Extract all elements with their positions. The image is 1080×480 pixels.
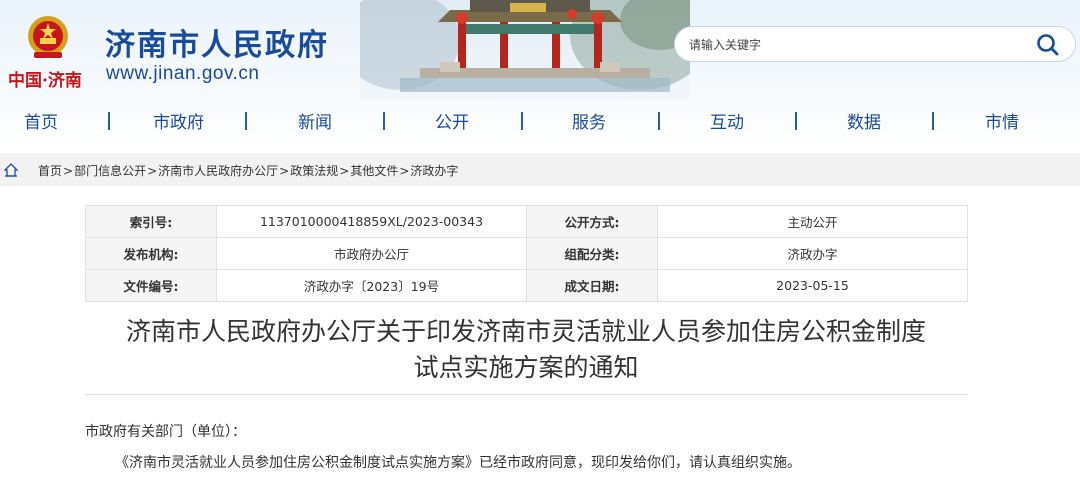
breadcrumb-policies[interactable]: 政策法规: [290, 164, 338, 178]
table-row: 文件编号: 济政办字〔2023〕19号 成文日期: 2023-05-15: [85, 269, 968, 302]
table-row: 索引号: 1137010000418859XL/2023-00343 公开方式:…: [85, 205, 968, 238]
nav-divider: [108, 112, 110, 130]
index-no-label: 索引号:: [85, 205, 217, 238]
date-label: 成文日期:: [526, 269, 658, 302]
banner-pavilion-image: [360, 0, 690, 100]
nav-item-open[interactable]: 公开: [435, 108, 469, 133]
nav-divider: [795, 112, 797, 130]
category-label: 组配分类:: [526, 237, 658, 270]
category-value: 济政办字: [657, 237, 968, 270]
table-row: 发布机构: 市政府办公厅 组配分类: 济政办字: [85, 237, 968, 270]
china-jinan-logo-text: 中国·济南: [8, 71, 82, 91]
document-addressee: 市政府有关部门（单位）：: [85, 424, 246, 440]
issuer-value: 市政府办公厅: [216, 237, 527, 270]
breadcrumb-dept-info[interactable]: 部门信息公开: [74, 164, 146, 178]
index-no-value: 1137010000418859XL/2023-00343: [216, 205, 527, 238]
breadcrumb: 首页>部门信息公开>济南市人民政府办公厅>政策法规>其他文件>济政办字: [0, 153, 1080, 186]
nav-divider: [932, 112, 934, 130]
breadcrumb-current[interactable]: 济政办字: [410, 164, 458, 178]
nav-divider: [383, 112, 385, 130]
search-input[interactable]: [687, 33, 1021, 57]
search-box: [674, 26, 1076, 62]
title-divider: [85, 394, 967, 395]
document-title: 济南市人民政府办公厅关于印发济南市灵活就业人员参加住房公积金制度 试点实施方案的…: [70, 314, 982, 386]
national-emblem-icon: [28, 16, 68, 58]
document-meta-table: 索引号: 1137010000418859XL/2023-00343 公开方式:…: [85, 205, 968, 302]
nav-item-home[interactable]: 首页: [24, 108, 58, 133]
document-paragraph: 《济南市灵活就业人员参加住房公积金制度试点实施方案》已经市政府同意，现印发给你们…: [115, 455, 801, 471]
breadcrumb-office[interactable]: 济南市人民政府办公厅: [158, 164, 278, 178]
nav-item-services[interactable]: 服务: [572, 108, 606, 133]
breadcrumb-other-docs[interactable]: 其他文件: [350, 164, 398, 178]
nav-item-city-info[interactable]: 市情: [985, 108, 1019, 133]
nav-item-data[interactable]: 数据: [847, 108, 881, 133]
publish-method-label: 公开方式:: [526, 205, 658, 238]
nav-divider: [521, 112, 523, 130]
publish-method-value: 主动公开: [657, 205, 968, 238]
date-value: 2023-05-15: [657, 269, 968, 302]
nav-item-interaction[interactable]: 互动: [710, 108, 744, 133]
breadcrumb-home[interactable]: 首页: [38, 164, 62, 178]
search-icon[interactable]: [1035, 32, 1061, 58]
nav-divider: [245, 112, 247, 130]
issuer-label: 发布机构:: [85, 237, 217, 270]
site-name[interactable]: 济南市人民政府: [105, 20, 329, 64]
doc-no-value: 济政办字〔2023〕19号: [216, 269, 527, 302]
doc-no-label: 文件编号:: [85, 269, 217, 302]
site-domain: www.jinan.gov.cn: [106, 63, 260, 84]
document-title-line2: 试点实施方案的通知: [413, 353, 639, 382]
site-header: 济南市人民政府 中国·济南 www.jinan.gov.cn 首页 市政府 新闻…: [0, 0, 1080, 150]
document-title-line1: 济南市人民政府办公厅关于印发济南市灵活就业人员参加住房公积金制度: [125, 317, 926, 346]
nav-divider: [658, 112, 660, 130]
nav-item-news[interactable]: 新闻: [298, 108, 332, 133]
home-icon[interactable]: [4, 163, 18, 177]
nav-item-government[interactable]: 市政府: [153, 108, 204, 133]
main-nav: 首页 市政府 新闻 公开 服务 互动 数据 市情: [0, 100, 1080, 140]
